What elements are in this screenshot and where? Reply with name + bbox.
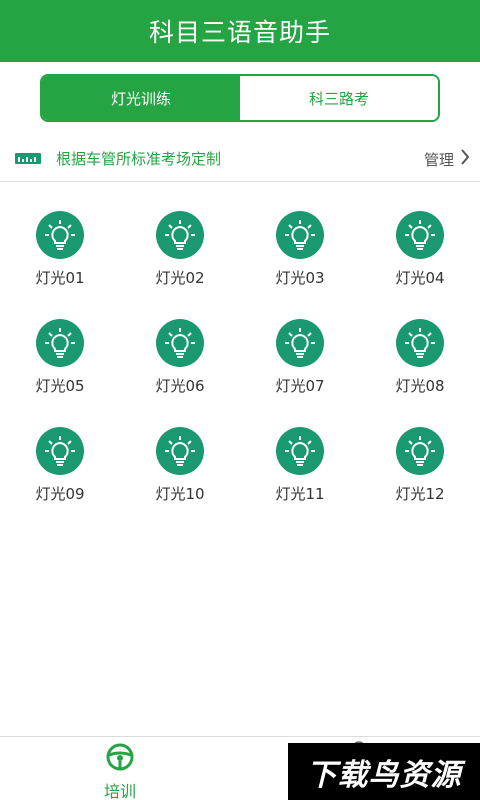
- light-item-label: 灯光10: [155, 485, 205, 503]
- notice-bar: 根据车管所标准考场定制 管理: [0, 136, 480, 182]
- lightbulb-icon: [276, 427, 324, 475]
- light-item-label: 灯光04: [395, 269, 445, 287]
- lightbulb-icon: [36, 427, 84, 475]
- lightbulb-icon: [156, 319, 204, 367]
- nav-training-label: 培训: [103, 782, 136, 800]
- app-screen: 科目三语音助手 灯光训练 科三路考 根据车管所标准考场定制 管理 灯光01 灯光…: [0, 0, 480, 800]
- app-header: 科目三语音助手: [0, 0, 480, 62]
- notice-text: 根据车管所标准考场定制: [56, 150, 222, 168]
- nav-item-training[interactable]: 培训: [80, 737, 160, 800]
- light-item-label: 灯光09: [35, 485, 85, 503]
- page-title: 科目三语音助手: [148, 18, 331, 47]
- light-item[interactable]: 灯光04: [360, 205, 480, 313]
- lightbulb-icon: [396, 211, 444, 259]
- manage-label: 管理: [423, 150, 454, 169]
- tab-road-test[interactable]: 科三路考: [240, 76, 438, 120]
- light-item[interactable]: 灯光10: [120, 421, 240, 529]
- chevron-right-icon: [460, 149, 470, 169]
- light-item[interactable]: 灯光03: [240, 205, 360, 313]
- light-item[interactable]: 灯光06: [120, 313, 240, 421]
- light-item-label: 灯光05: [35, 377, 85, 395]
- ruler-icon: [14, 150, 42, 168]
- light-item[interactable]: 灯光05: [0, 313, 120, 421]
- lightbulb-icon: [36, 319, 84, 367]
- light-item[interactable]: 灯光01: [0, 205, 120, 313]
- steering-wheel-icon: [105, 742, 135, 776]
- lightbulb-icon: [276, 211, 324, 259]
- light-item-label: 灯光07: [275, 377, 325, 395]
- lightbulb-icon: [156, 211, 204, 259]
- lightbulb-icon: [36, 211, 84, 259]
- light-item-label: 灯光02: [155, 269, 205, 287]
- light-item-label: 灯光06: [155, 377, 205, 395]
- watermark-logo: 下载鸟资源: [288, 743, 480, 800]
- manage-button[interactable]: 管理: [424, 136, 470, 182]
- light-item[interactable]: 灯光08: [360, 313, 480, 421]
- light-item[interactable]: 灯光02: [120, 205, 240, 313]
- light-item[interactable]: 灯光07: [240, 313, 360, 421]
- light-item-label: 灯光12: [395, 485, 445, 503]
- lightbulb-icon: [156, 427, 204, 475]
- light-item-label: 灯光11: [275, 485, 325, 503]
- light-item[interactable]: 灯光12: [360, 421, 480, 529]
- watermark-text: 下载鸟资源: [306, 757, 462, 793]
- light-item[interactable]: 灯光09: [0, 421, 120, 529]
- tab-light-training[interactable]: 灯光训练: [42, 76, 240, 120]
- light-grid: 灯光01 灯光02 灯光03 灯光04 灯光05 灯光06 灯光07 灯光08 灯光09 灯光10…: [0, 205, 480, 529]
- light-item-label: 灯光01: [35, 269, 85, 287]
- lightbulb-icon: [396, 427, 444, 475]
- light-item-label: 灯光03: [275, 269, 325, 287]
- light-item[interactable]: 灯光11: [240, 421, 360, 529]
- lightbulb-icon: [276, 319, 324, 367]
- mode-tabs: 灯光训练 科三路考: [40, 74, 440, 122]
- light-item-label: 灯光08: [395, 377, 445, 395]
- lightbulb-icon: [396, 319, 444, 367]
